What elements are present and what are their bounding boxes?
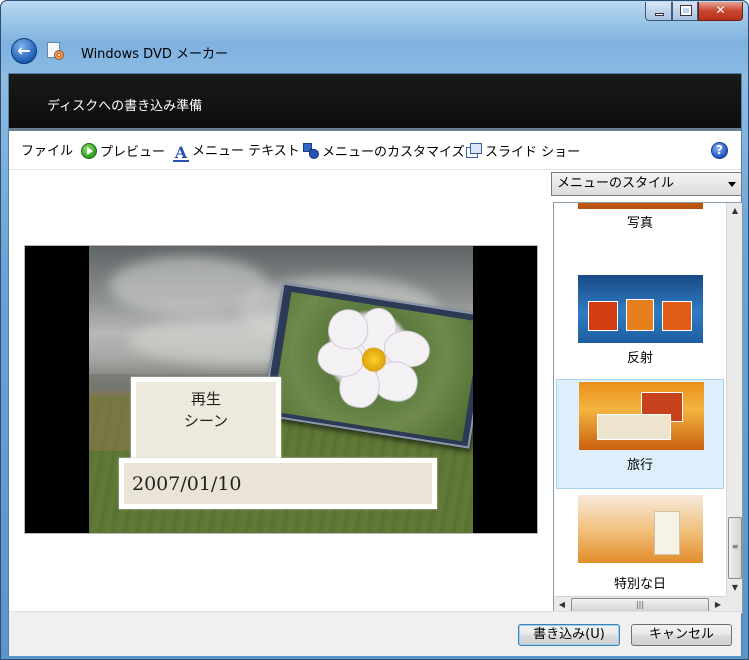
minimize-icon [655,13,664,16]
help-icon[interactable]: ? [711,142,728,159]
style-thumbnail [578,495,703,563]
menu-text-button[interactable]: A メニュー テキスト [173,143,300,163]
scroll-down-icon[interactable]: ▼ [727,580,742,596]
style-label: 旅行 [626,458,653,473]
slideshow-label: スライド ショー [485,145,581,160]
style-thumbnail [578,203,703,209]
page-title: ディスクへの書き込み準備 [47,99,203,114]
scroll-up-icon[interactable]: ▲ [727,203,742,219]
window-title: Windows DVD メーカー [81,47,228,62]
style-thumbnail [579,382,704,450]
preview-background-image: 再生 シーン 2007/01/10 [89,246,473,533]
disc-title-date: 2007/01/10 [132,473,242,495]
horizontal-scroll-thumb[interactable]: ||| [571,598,709,612]
burn-button[interactable]: 書き込み(U) [518,624,620,646]
maximize-icon [680,5,692,16]
slideshow-icon [466,143,482,159]
scene-menu-card: 再生 シーン [131,377,281,463]
customize-label: メニューのカスタマイズ [322,145,465,160]
app-window: ← Windows DVD メーカー ✕ ディスクへの書き込み準備 ファイル プ… [0,0,749,660]
cosmos-flower-photo [272,291,473,442]
client-area: ディスクへの書き込み準備 ファイル プレビュー A メニュー テキスト メニューの… [8,73,743,656]
scenes-label[interactable]: シーン [136,410,276,432]
toolbar: ファイル プレビュー A メニュー テキスト メニューのカスタマイズ スライド シ… [9,134,741,170]
minimize-button[interactable] [645,2,672,21]
close-icon: ✕ [715,3,726,17]
text-a-icon: A [173,143,189,162]
style-label: 反射 [626,351,653,366]
style-item-travel[interactable]: 旅行 [556,379,724,489]
menu-style-dropdown[interactable]: メニューのスタイル [551,172,742,196]
back-arrow-icon[interactable]: ← [11,38,37,64]
play-icon [81,143,97,159]
play-label[interactable]: 再生 [136,388,276,410]
vertical-scrollbar[interactable]: ▲ ≡ ▼ [726,203,742,596]
preview-button[interactable]: プレビュー [81,143,165,163]
title-bar: ← Windows DVD メーカー ✕ [1,1,748,73]
close-button[interactable]: ✕ [698,2,743,21]
dvd-maker-icon [45,41,65,61]
cancel-button[interactable]: キャンセル [631,624,732,646]
title-card: 2007/01/10 [119,458,437,509]
vertical-scroll-thumb[interactable]: ≡ [728,517,742,579]
style-label: 特別な日 [613,577,666,592]
file-menu[interactable]: ファイル [21,143,73,163]
preview-label: プレビュー [100,145,166,160]
footer-bar: 書き込み(U) キャンセル [9,611,741,656]
menu-text-label: メニュー テキスト [192,144,300,159]
page-header: ディスクへの書き込み準備 [9,74,741,131]
style-item-special-day[interactable]: 特別な日 [556,493,724,603]
menu-style-dropdown-value: メニューのスタイル [557,176,675,191]
style-thumbnail [578,275,703,343]
customize-menu-button[interactable]: メニューのカスタマイズ [303,143,465,163]
slideshow-button[interactable]: スライド ショー [466,143,580,163]
menu-style-list: 写真 反射 旅行 特別な日 ▲ ≡ ▼ ◀ ||| ▶ [553,202,743,614]
customize-icon [303,143,319,159]
menu-preview: 再生 シーン 2007/01/10 [24,245,538,534]
style-item-reflection[interactable]: 反射 [556,267,724,377]
style-label: 写真 [626,216,653,231]
style-item-photo[interactable]: 写真 [556,203,724,249]
chevron-down-icon [728,182,736,187]
maximize-button[interactable] [672,2,698,21]
